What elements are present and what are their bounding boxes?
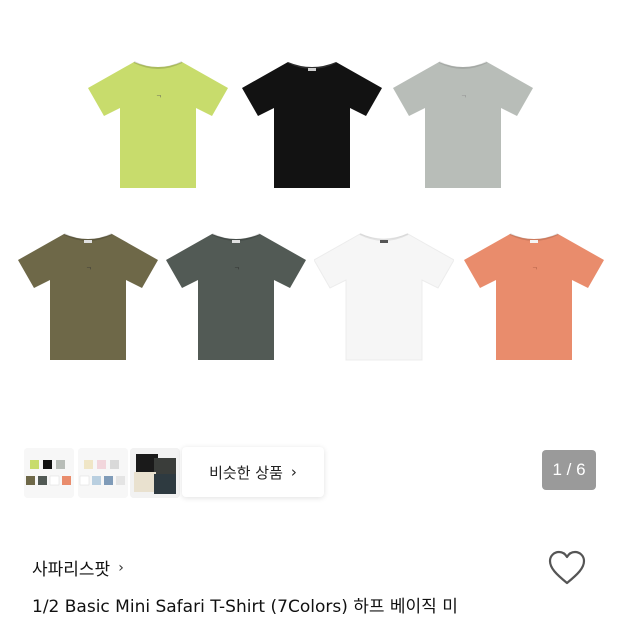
brand-link[interactable]: 사파리스팟 › [32, 555, 124, 581]
heart-icon[interactable] [548, 550, 586, 586]
tshirt-image-charcoal: ᄀ [166, 232, 306, 362]
svg-text:ᄀ: ᄀ [86, 267, 92, 274]
thumbnail-strip: 비슷한 상품 › 1 / 6 [0, 430, 620, 520]
thumbnail-stacked-shirts[interactable] [130, 448, 180, 498]
thumbnail-colors-grid-2[interactable] [78, 448, 128, 498]
tshirt-image-coral: ᄀ [464, 232, 604, 362]
tshirt-image-lime: ᄀ [88, 60, 228, 190]
similar-products-button[interactable]: 비슷한 상품 › [182, 447, 324, 497]
similar-products-label: 비슷한 상품 [209, 463, 283, 482]
chevron-right-icon: › [290, 463, 297, 481]
svg-text:ᄀ: ᄀ [461, 95, 467, 102]
svg-text:ᄀ: ᄀ [532, 267, 538, 274]
image-pager-indicator: 1 / 6 [542, 450, 596, 490]
tshirt-image-khaki: ᄀ [18, 232, 158, 362]
svg-text:ᄀ: ᄀ [156, 95, 162, 102]
product-title: 1/2 Basic Mini Safari T-Shirt (7Colors) … [32, 597, 458, 617]
product-image-gallery[interactable]: ᄀ ᄀ ᄀ ᄀ ᄀ [0, 0, 620, 430]
tshirt-image-white [314, 232, 454, 362]
brand-name: 사파리스팟 [32, 560, 111, 580]
tshirt-image-gray: ᄀ [393, 60, 533, 190]
svg-text:ᄀ: ᄀ [234, 267, 240, 274]
tshirt-image-black [242, 60, 382, 190]
chevron-right-icon: › [118, 559, 124, 576]
thumbnail-colors-grid-1[interactable] [24, 448, 74, 498]
